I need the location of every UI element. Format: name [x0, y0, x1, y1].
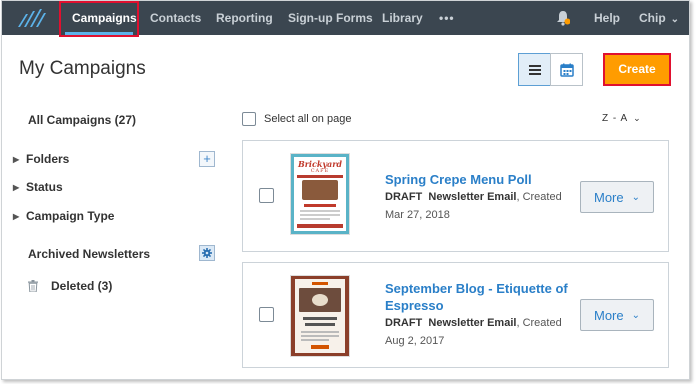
chevron-down-icon: ⌄ [631, 309, 640, 321]
highlight-box-campaigns [59, 1, 139, 37]
chevron-down-icon: ⌄ [633, 113, 642, 123]
select-all-checkbox[interactable] [242, 112, 256, 126]
thumbnail-heading [304, 204, 336, 207]
thumbnail-brand: Brickyard [297, 159, 343, 169]
calendar-icon [559, 63, 574, 77]
user-name: Chip [639, 11, 666, 25]
caret-right-icon: ▶ [13, 183, 20, 192]
thumbnail-text-line [300, 218, 330, 220]
campaign-card: September Blog - Etiquette of Espresso D… [242, 262, 669, 368]
chevron-down-icon: ⌄ [631, 191, 640, 203]
sidebar-campaign-type-label: Campaign Type [26, 209, 115, 223]
chevron-down-icon: ⌄ [670, 14, 680, 25]
campaign-status: DRAFT [385, 317, 423, 329]
campaign-title-link[interactable]: September Blog - Etiquette of Espresso [385, 280, 568, 314]
campaign-date: Aug 2, 2017 [385, 335, 445, 347]
thumbnail-band [297, 175, 343, 178]
caret-right-icon: ▶ [13, 155, 20, 164]
campaign-checkbox[interactable] [259, 188, 274, 203]
campaign-checkbox[interactable] [259, 307, 274, 322]
sidebar-status-label: Status [26, 180, 63, 194]
nav-signup-forms[interactable]: Sign-up Forms [288, 1, 373, 35]
select-all-label: Select all on page [264, 113, 352, 125]
campaign-title-line: September Blog - Etiquette of [385, 281, 568, 296]
thumbnail-text-line [301, 339, 329, 341]
campaign-meta: DRAFT Newsletter Email, Created [385, 189, 562, 206]
sidebar-all-campaigns[interactable]: All Campaigns (27) [28, 113, 136, 127]
more-label: More [593, 189, 624, 205]
sidebar-deleted-label: Deleted (3) [51, 279, 113, 293]
campaign-created-label: , Created [516, 191, 562, 203]
sidebar-folders-label: Folders [26, 152, 70, 166]
campaign-date: Mar 27, 2018 [385, 209, 450, 221]
logo-icon[interactable] [16, 8, 46, 28]
thumbnail-cup [312, 294, 328, 306]
view-toggle [518, 53, 583, 86]
list-view-button[interactable] [518, 53, 551, 86]
more-button[interactable]: More ⌄ [580, 299, 654, 331]
campaign-type: Newsletter Email [428, 317, 517, 329]
campaign-status: DRAFT [385, 191, 423, 203]
app-window: Campaigns Contacts Reporting Sign-up For… [1, 0, 690, 380]
sort-label: Z - A [602, 113, 629, 124]
trash-icon [28, 280, 38, 292]
thumbnail-button [311, 345, 329, 349]
thumbnail-logo [312, 282, 328, 285]
nav-contacts[interactable]: Contacts [150, 1, 201, 35]
archived-settings-button[interactable] [199, 245, 215, 261]
select-all[interactable]: Select all on page [242, 112, 351, 126]
thumbnail-photo [302, 180, 338, 200]
thumbnail-footer [297, 224, 343, 228]
nav-help[interactable]: Help [594, 1, 620, 35]
campaign-card: Brickyard CAFE Spring Crepe Menu Poll DR… [242, 140, 669, 252]
add-folder-button[interactable]: + [199, 151, 215, 167]
campaign-thumbnail[interactable] [290, 275, 350, 357]
campaign-title-line: Espresso [385, 298, 444, 313]
more-button[interactable]: More ⌄ [580, 181, 654, 213]
thumbnail-heading [305, 323, 335, 326]
campaign-type: Newsletter Email [428, 191, 517, 203]
thumbnail-photo [299, 288, 341, 312]
thumbnail-text-line [300, 214, 340, 216]
campaign-meta: DRAFT Newsletter Email, Created [385, 315, 562, 332]
nav-library[interactable]: Library [382, 1, 423, 35]
sidebar-status[interactable]: ▶ Status [13, 180, 63, 194]
calendar-view-button[interactable] [550, 53, 583, 86]
page-title: My Campaigns [19, 58, 146, 79]
campaign-title-link[interactable]: Spring Crepe Menu Poll [385, 171, 532, 188]
more-label: More [593, 307, 624, 323]
nav-more-menu[interactable]: ••• [439, 1, 455, 35]
sidebar-deleted[interactable]: Deleted (3) [28, 279, 112, 293]
sort-dropdown[interactable]: Z - A ⌄ [602, 113, 642, 124]
user-menu[interactable]: Chip ⌄ [639, 1, 679, 35]
sidebar-folders[interactable]: ▶ Folders [13, 152, 69, 166]
thumbnail-page [295, 279, 345, 353]
campaign-created-label: , Created [516, 317, 562, 329]
create-button[interactable]: Create [603, 53, 671, 86]
thumbnail-page: Brickyard CAFE [294, 157, 346, 231]
campaign-thumbnail[interactable]: Brickyard CAFE [290, 153, 350, 235]
gear-icon [202, 248, 212, 258]
list-icon [528, 64, 541, 75]
sidebar-archived-newsletters[interactable]: Archived Newsletters [28, 247, 150, 261]
thumbnail-text-line [301, 335, 339, 337]
sidebar-campaign-type[interactable]: ▶ Campaign Type [13, 209, 114, 223]
caret-right-icon: ▶ [13, 212, 20, 221]
thumbnail-text-line [301, 331, 339, 333]
thumbnail-heading [303, 317, 337, 320]
nav-reporting[interactable]: Reporting [216, 1, 273, 35]
notification-bell-icon[interactable] [556, 10, 570, 26]
thumbnail-text-line [300, 210, 340, 212]
